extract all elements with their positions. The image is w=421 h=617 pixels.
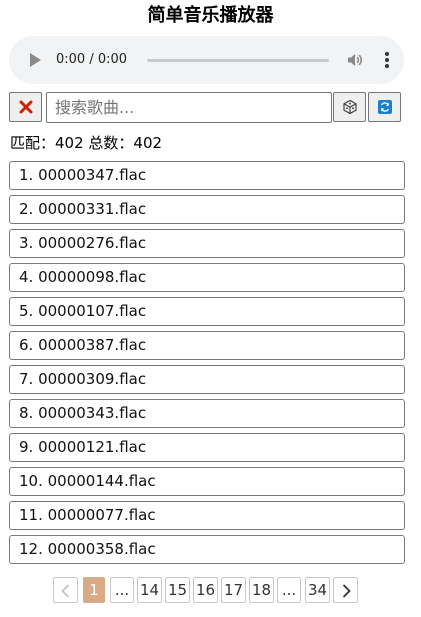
song-item[interactable]: 6. 00000387.flac <box>9 331 405 360</box>
page-17[interactable]: 17 <box>221 577 246 603</box>
song-item[interactable]: 8. 00000343.flac <box>9 399 405 428</box>
song-item[interactable]: 3. 00000276.flac <box>9 229 405 258</box>
song-item[interactable]: 4. 00000098.flac <box>9 263 405 292</box>
page-ellipsis[interactable]: ... <box>277 577 301 603</box>
search-bar <box>9 92 404 124</box>
song-item[interactable]: 11. 00000077.flac <box>9 501 405 530</box>
chevron-left-icon <box>61 584 70 598</box>
random-button[interactable] <box>333 92 366 122</box>
page-18[interactable]: 18 <box>249 577 274 603</box>
audio-player[interactable]: 0:00 / 0:00 <box>9 36 404 84</box>
page-title: 简单音乐播放器 <box>147 5 274 26</box>
song-item[interactable]: 5. 00000107.flac <box>9 297 405 326</box>
page-16[interactable]: 16 <box>193 577 218 603</box>
refresh-button[interactable] <box>368 92 401 122</box>
more-vert-icon[interactable] <box>378 50 396 70</box>
song-item[interactable]: 10. 00000144.flac <box>9 467 405 496</box>
song-item[interactable]: 9. 00000121.flac <box>9 433 405 462</box>
song-list: 1. 00000347.flac 2. 00000331.flac 3. 000… <box>9 161 405 569</box>
page-ellipsis[interactable]: ... <box>110 577 134 603</box>
page-14[interactable]: 14 <box>137 577 162 603</box>
page-15[interactable]: 15 <box>165 577 190 603</box>
dice-icon <box>342 99 357 115</box>
volume-icon[interactable] <box>346 51 364 69</box>
chevron-right-icon <box>342 584 351 598</box>
song-item[interactable]: 1. 00000347.flac <box>9 161 405 190</box>
close-icon <box>19 100 32 114</box>
seek-bar[interactable] <box>147 59 329 62</box>
clear-button[interactable] <box>9 92 42 122</box>
song-item[interactable]: 2. 00000331.flac <box>9 195 405 224</box>
refresh-icon <box>377 100 392 114</box>
time-display: 0:00 / 0:00 <box>56 52 128 67</box>
play-icon[interactable] <box>30 53 41 67</box>
match-count: 匹配：402 总数：402 <box>10 134 163 152</box>
page-1[interactable]: 1 <box>83 577 105 603</box>
page-34[interactable]: 34 <box>305 577 330 603</box>
song-item[interactable]: 7. 00000309.flac <box>9 365 405 394</box>
prev-page-button[interactable] <box>53 577 78 603</box>
search-input[interactable] <box>46 92 332 123</box>
song-item[interactable]: 12. 00000358.flac <box>9 535 405 564</box>
next-page-button[interactable] <box>333 577 358 603</box>
